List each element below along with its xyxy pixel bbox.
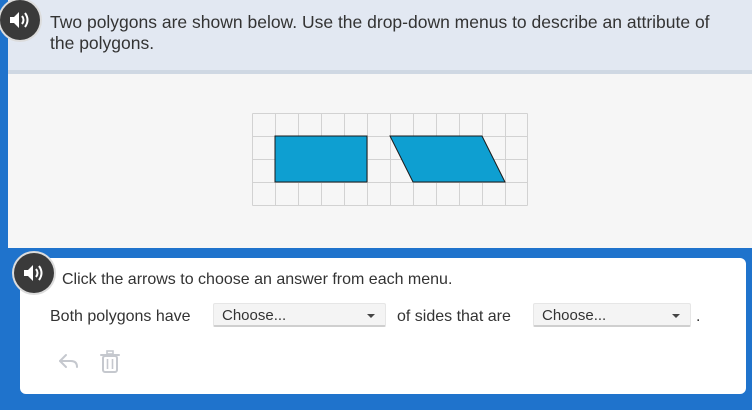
- trash-icon[interactable]: [100, 350, 120, 374]
- dropdown-1[interactable]: Choose...: [213, 303, 386, 327]
- question-header: Two polygons are shown below. Use the dr…: [8, 0, 752, 74]
- undo-icon[interactable]: [58, 352, 80, 370]
- dropdown-1-value: Choose...: [222, 307, 287, 324]
- polygon-grid-figure: [252, 113, 528, 206]
- answer-sentence: Both polygons have Choose... of sides th…: [20, 258, 746, 394]
- parallelogram-polygon: [389, 135, 506, 183]
- question-text: Two polygons are shown below. Use the dr…: [50, 12, 710, 53]
- speaker-icon: [24, 265, 43, 281]
- answer-text-part2: of sides that are: [397, 308, 511, 325]
- dropdown-2[interactable]: Choose...: [533, 303, 691, 327]
- question-audio-button[interactable]: [0, 0, 40, 40]
- chevron-down-icon: [672, 314, 680, 318]
- chevron-down-icon: [367, 314, 375, 318]
- dropdown-2-value: Choose...: [542, 307, 607, 324]
- answer-card: Click the arrows to choose an answer fro…: [20, 258, 746, 394]
- answer-period: .: [696, 308, 701, 325]
- rectangle-polygon: [274, 135, 368, 183]
- speaker-icon: [10, 12, 29, 28]
- instruction-audio-button[interactable]: [14, 253, 54, 293]
- answer-text-part1: Both polygons have: [50, 308, 191, 325]
- question-panel: Two polygons are shown below. Use the dr…: [8, 0, 752, 248]
